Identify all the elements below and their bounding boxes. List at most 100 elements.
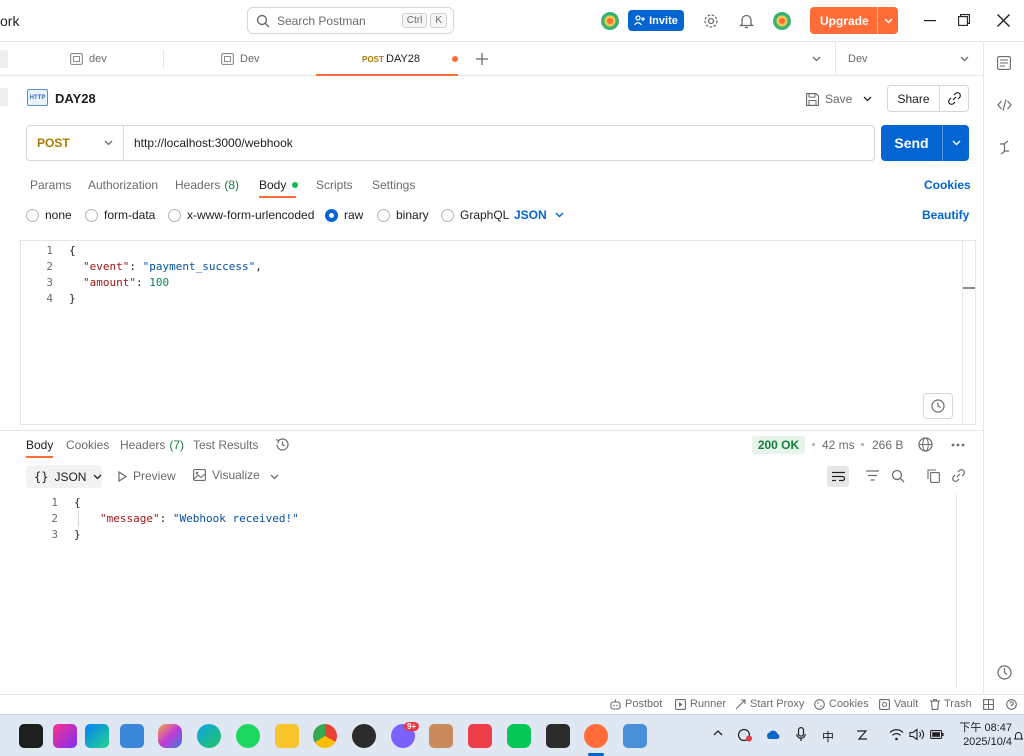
response-tab-cookies[interactable]: Cookies: [66, 438, 109, 452]
postbot-button[interactable]: Postbot: [610, 698, 662, 710]
tab-scripts[interactable]: Scripts: [316, 178, 353, 192]
request-body-editor[interactable]: 1 2 3 4 { "event": "payment_success", "a…: [20, 240, 976, 425]
ime-indicator[interactable]: 中: [822, 728, 834, 745]
documentation-icon[interactable]: [997, 56, 1011, 70]
vault-button[interactable]: Vault: [879, 698, 918, 710]
response-size[interactable]: 266 B: [872, 438, 903, 452]
restore-icon[interactable]: [958, 14, 970, 26]
line-app-icon[interactable]: [507, 724, 531, 748]
history-icon[interactable]: [275, 437, 290, 452]
response-format-select[interactable]: {} JSON: [26, 465, 102, 488]
terminal-app-icon[interactable]: [546, 724, 570, 748]
jetbrains-app-icon[interactable]: [19, 724, 43, 748]
radio-none[interactable]: none: [26, 208, 72, 222]
add-tab-icon[interactable]: [476, 53, 488, 65]
code-icon[interactable]: [997, 99, 1012, 111]
link-icon[interactable]: [952, 469, 965, 482]
cookies-button[interactable]: Cookies: [814, 698, 869, 710]
history-button[interactable]: [923, 393, 953, 419]
visualize-button[interactable]: Visualize: [193, 468, 260, 482]
chevron-down-icon[interactable]: [878, 18, 898, 24]
bell-icon[interactable]: [739, 13, 754, 29]
battery-icon[interactable]: [930, 729, 944, 740]
response-tab-headers[interactable]: Headers (7): [120, 438, 184, 452]
chrome-browser-icon[interactable]: [313, 724, 337, 748]
notification-bell-icon[interactable]: [1014, 731, 1023, 741]
radio-binary[interactable]: binary: [377, 208, 429, 222]
radio-urlencoded[interactable]: x-www-form-urlencoded: [168, 208, 314, 222]
save-button[interactable]: Save: [806, 88, 852, 110]
send-button[interactable]: Send: [881, 135, 942, 151]
image-app-icon[interactable]: [429, 724, 453, 748]
tab-dev[interactable]: dev: [70, 42, 107, 76]
pocket-app-icon[interactable]: [468, 724, 492, 748]
photos-app-icon[interactable]: [120, 724, 144, 748]
visualize-chevron-icon[interactable]: [270, 474, 279, 480]
runner-button[interactable]: Runner: [675, 698, 726, 710]
search-box[interactable]: Search Postman Ctrl K: [247, 7, 454, 34]
minimize-icon[interactable]: [924, 20, 936, 22]
profile-avatar[interactable]: [772, 11, 792, 31]
spotify-app-icon[interactable]: [236, 724, 260, 748]
link-icon[interactable]: [940, 92, 968, 105]
tab-dev-environment[interactable]: Dev: [221, 42, 260, 76]
layout-icon[interactable]: [983, 699, 994, 710]
tab-body[interactable]: Body: [259, 178, 299, 192]
copy-icon[interactable]: [927, 469, 940, 483]
format-select[interactable]: JSON: [514, 208, 564, 222]
input-mode-icon[interactable]: [855, 728, 869, 742]
avatar-icon[interactable]: [600, 11, 620, 31]
editor-scrollbar-track[interactable]: [962, 241, 963, 424]
save-options-chevron-icon[interactable]: [863, 96, 872, 102]
tab-settings[interactable]: Settings: [372, 178, 415, 192]
response-time[interactable]: 42 ms: [822, 438, 855, 452]
show-hidden-icons-chevron[interactable]: [713, 730, 723, 736]
share-button[interactable]: Share: [888, 92, 939, 106]
related-collections-icon[interactable]: [999, 140, 1010, 155]
wrap-lines-button[interactable]: [827, 466, 849, 487]
globe-icon[interactable]: [918, 437, 933, 452]
gear-icon[interactable]: [703, 13, 719, 29]
rider-app-icon[interactable]: [53, 724, 77, 748]
more-options-icon[interactable]: [951, 443, 965, 447]
microphone-icon[interactable]: [796, 727, 806, 742]
close-icon[interactable]: [997, 14, 1010, 27]
help-icon[interactable]: [997, 665, 1012, 680]
help-icon[interactable]: [1006, 699, 1017, 710]
file-explorer-icon[interactable]: [275, 724, 299, 748]
response-scrollbar-track[interactable]: [956, 493, 957, 688]
response-body-viewer[interactable]: 1 2 3 { "message": "Webhook received!" }: [20, 493, 976, 688]
edge-browser-icon[interactable]: [197, 724, 221, 748]
beautify-button[interactable]: Beautify: [922, 208, 969, 222]
url-input[interactable]: http://localhost:3000/webhook: [134, 136, 293, 150]
cookies-link[interactable]: Cookies: [924, 178, 971, 192]
radio-form-data[interactable]: form-data: [85, 208, 155, 222]
intellij-app-icon[interactable]: [85, 724, 109, 748]
wifi-icon[interactable]: [889, 728, 904, 741]
tab-headers[interactable]: Headers (8): [175, 178, 239, 192]
environment-selector[interactable]: Dev: [835, 42, 983, 76]
send-options-chevron-icon[interactable]: [943, 140, 969, 146]
preview-button[interactable]: Preview: [118, 469, 176, 483]
onedrive-icon[interactable]: [765, 729, 781, 740]
tabs-overflow-chevron-icon[interactable]: [812, 56, 821, 62]
filter-icon[interactable]: [866, 470, 879, 481]
upgrade-button[interactable]: Upgrade: [810, 7, 898, 34]
tab-params[interactable]: Params: [30, 178, 71, 192]
notepad-app-icon[interactable]: [623, 724, 647, 748]
status-badge[interactable]: 200 OK: [752, 436, 805, 454]
volume-icon[interactable]: [909, 728, 924, 741]
response-tab-body[interactable]: Body: [26, 438, 53, 452]
vpn-icon[interactable]: [737, 728, 753, 742]
method-select[interactable]: POST: [27, 126, 124, 160]
radio-graphql[interactable]: GraphQL: [441, 208, 509, 222]
start-proxy-button[interactable]: Start Proxy: [735, 698, 804, 710]
system-clock[interactable]: 下午 08:47 2025/10/4: [952, 721, 1012, 749]
search-icon[interactable]: [891, 469, 905, 483]
request-name[interactable]: DAY28: [55, 91, 96, 106]
trash-button[interactable]: Trash: [930, 698, 972, 710]
postman-app-icon[interactable]: [584, 724, 608, 748]
github-desktop-icon[interactable]: [352, 724, 376, 748]
tab-authorization[interactable]: Authorization: [88, 178, 158, 192]
invite-button[interactable]: Invite: [628, 10, 684, 31]
